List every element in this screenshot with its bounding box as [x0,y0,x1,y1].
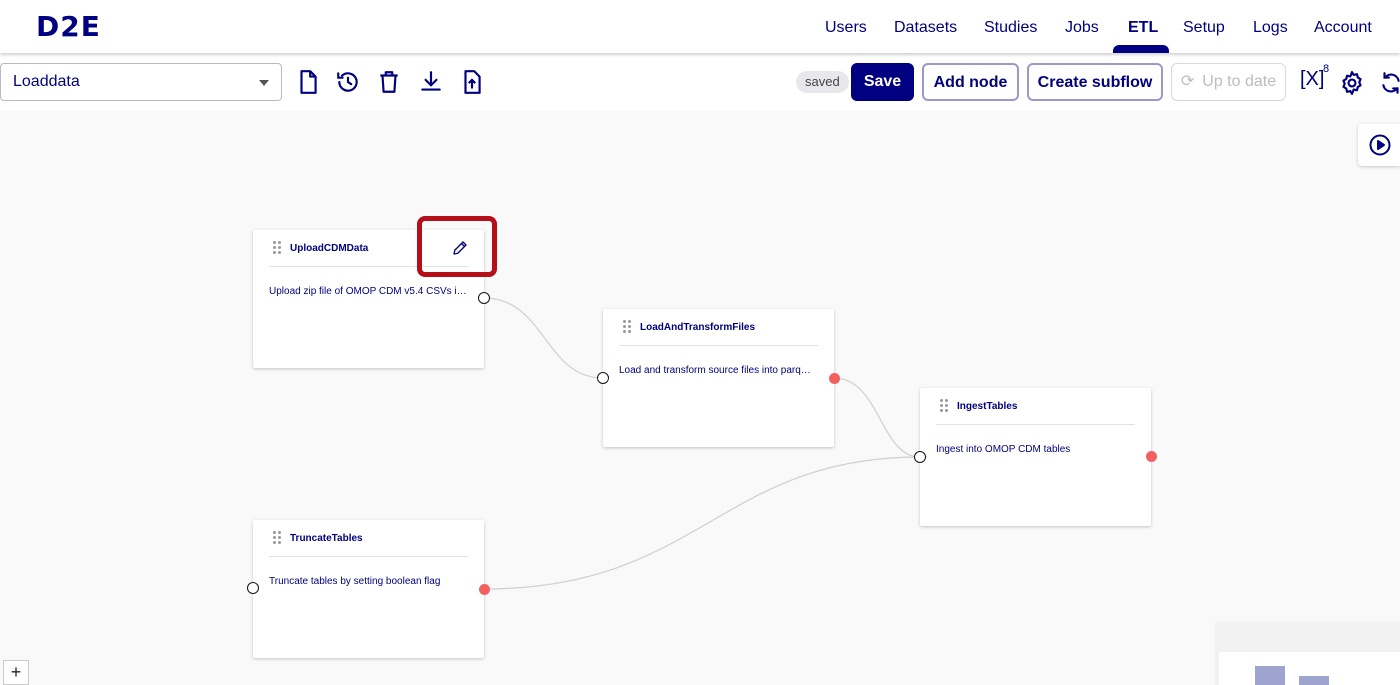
node-load-and-transform-files[interactable]: LoadAndTransformFiles Load and transform… [603,309,834,447]
input-port[interactable] [914,451,926,463]
node-description: Load and transform source files into par… [619,365,813,376]
nav-jobs[interactable]: Jobs [1065,18,1099,38]
drag-handle-icon[interactable] [940,399,948,413]
edge-truncate-to-ingest [483,456,921,590]
run-panel-button[interactable] [1358,124,1400,166]
nav-users[interactable]: Users [825,18,867,38]
node-title: TruncateTables [290,533,363,544]
edge-load-to-ingest [833,377,921,458]
node-ingest-tables[interactable]: IngestTables Ingest into OMOP CDM tables [920,388,1151,526]
output-port[interactable] [478,292,490,304]
top-navigation: D2E Users Datasets Studies Jobs ETL Setu… [0,0,1400,53]
drag-handle-icon[interactable] [273,531,281,545]
node-divider [269,556,468,557]
app-logo[interactable]: D2E [36,13,101,41]
nav-etl[interactable]: ETL [1128,18,1158,38]
nav-studies[interactable]: Studies [984,18,1037,38]
edge-upload-to-load [483,297,604,379]
node-truncate-tables[interactable]: TruncateTables Truncate tables by settin… [253,520,484,658]
node-title: LoadAndTransformFiles [640,322,756,333]
node-divider [936,424,1135,425]
minimap-viewport [1219,652,1400,685]
zoom-in-button[interactable]: + [3,660,29,685]
output-port[interactable] [1146,451,1157,462]
play-circle-icon [1369,134,1391,156]
drag-handle-icon[interactable] [273,241,281,255]
node-divider [619,345,818,346]
minimap-node [1255,666,1285,685]
node-title: UploadCDMData [290,243,369,254]
node-description: Ingest into OMOP CDM tables [936,444,1071,455]
nav-account[interactable]: Account [1314,18,1372,38]
node-description: Truncate tables by setting boolean flag [269,576,441,587]
output-port[interactable] [829,373,840,384]
nav-setup[interactable]: Setup [1183,18,1225,38]
active-nav-indicator [1113,45,1169,53]
minimap[interactable] [1215,622,1400,685]
node-description: Upload zip file of OMOP CDM v5.4 CSVs in… [269,286,469,297]
input-port[interactable] [597,372,609,384]
input-port[interactable] [247,582,259,594]
nav-logs[interactable]: Logs [1253,18,1288,38]
nav-datasets[interactable]: Datasets [894,18,957,38]
drag-handle-icon[interactable] [623,320,631,334]
minimap-node [1299,676,1329,685]
highlight-box [417,216,497,277]
node-title: IngestTables [957,401,1018,412]
output-port[interactable] [479,584,490,595]
